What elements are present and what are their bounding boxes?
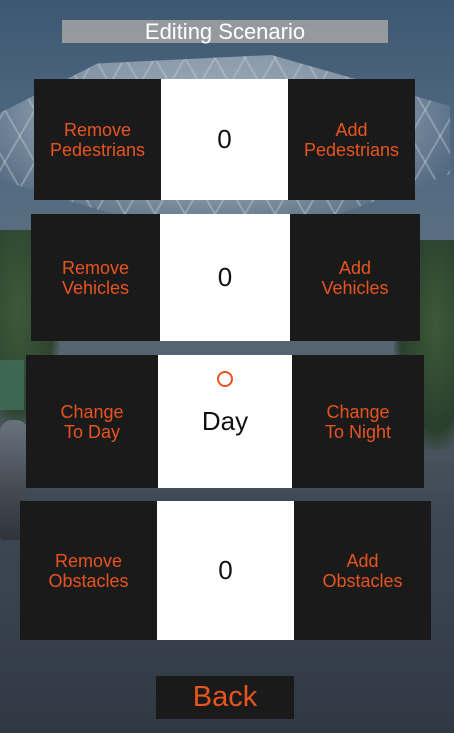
obstacles-count: 0 (157, 501, 294, 640)
page-title-text: Editing Scenario (144, 19, 306, 44)
add-vehicles-button[interactable]: Add Vehicles (290, 214, 420, 341)
add-pedestrians-button[interactable]: Add Pedestrians (288, 79, 415, 200)
remove-vehicles-button[interactable]: Remove Vehicles (31, 214, 160, 341)
vehicles-count: 0 (160, 214, 290, 341)
page-title: Editing Scenario (62, 19, 388, 44)
remove-pedestrians-button[interactable]: Remove Pedestrians (34, 79, 161, 200)
time-of-day-row: Change To Day Day Change To Night (26, 355, 424, 488)
vehicles-count-value: 0 (217, 262, 233, 292)
add-obstacles-button[interactable]: Add Obstacles (294, 501, 431, 640)
obstacles-row: Remove Obstacles 0 Add Obstacles (20, 501, 431, 640)
time-of-day-value: Day (201, 406, 249, 436)
time-of-day-display: Day (158, 355, 292, 488)
change-to-night-button[interactable]: Change To Night (292, 355, 424, 488)
remove-obstacles-button[interactable]: Remove Obstacles (20, 501, 157, 640)
record-icon (217, 371, 233, 387)
vehicles-row: Remove Vehicles 0 Add Vehicles (31, 214, 420, 341)
pedestrians-row: Remove Pedestrians 0 Add Pedestrians (34, 79, 415, 200)
obstacles-count-value: 0 (218, 555, 233, 585)
back-button-label: Back (192, 681, 258, 713)
building-left (0, 360, 24, 410)
pedestrians-count: 0 (161, 79, 288, 200)
change-to-day-button[interactable]: Change To Day (26, 355, 158, 488)
pedestrians-count-value: 0 (217, 124, 232, 154)
back-button[interactable]: Back (156, 676, 294, 719)
